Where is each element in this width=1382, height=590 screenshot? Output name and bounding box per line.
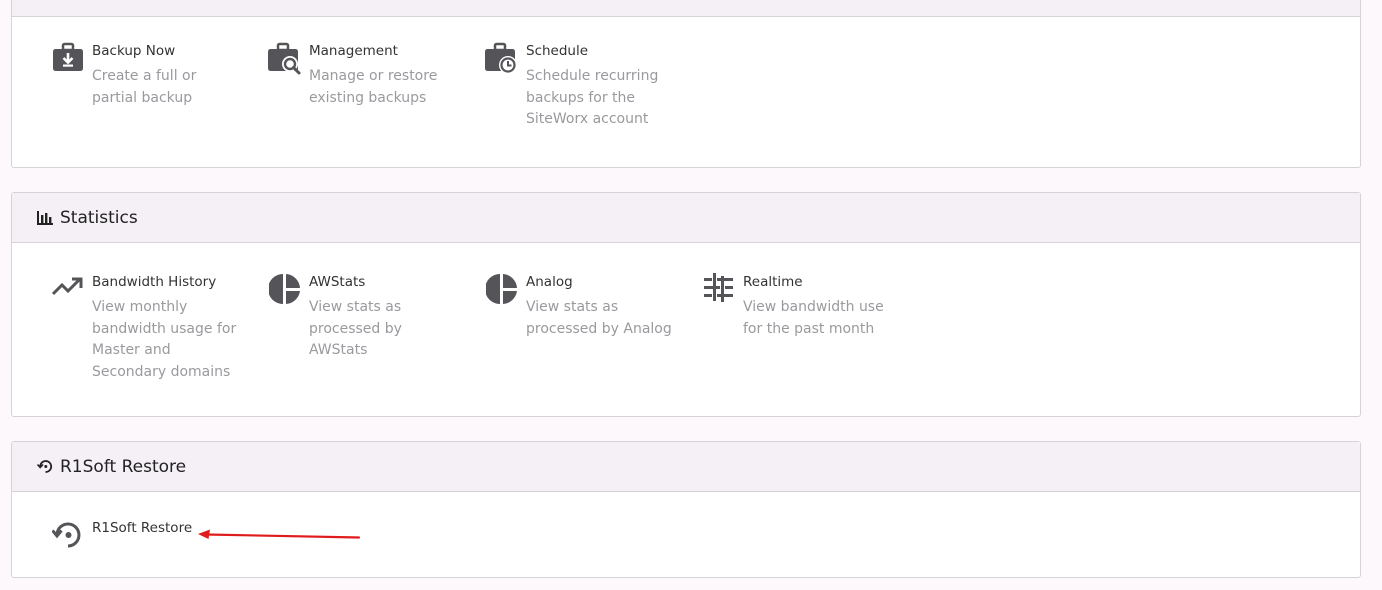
- awstats-desc: View stats as processed by AWStats: [309, 299, 402, 358]
- realtime-icon: [702, 273, 736, 307]
- pie-chart-icon: [485, 273, 519, 307]
- briefcase-clock-icon: [485, 42, 519, 76]
- bar-chart-icon: [36, 209, 54, 227]
- analog-desc: View stats as processed by Analog: [526, 299, 672, 337]
- bandwidth-history-desc: View monthly bandwidth usage for Master …: [92, 299, 237, 380]
- backup-panel-header: [12, 0, 1360, 17]
- statistics-panel-header: Statistics: [12, 193, 1360, 243]
- r1soft-panel: R1Soft Restore R1Soft Restore: [11, 441, 1361, 578]
- annotation-arrow: [198, 529, 361, 539]
- backup-now-label[interactable]: Backup Now: [92, 42, 175, 60]
- schedule-desc: Schedule recurring backups for the SiteW…: [526, 68, 659, 127]
- bandwidth-history-label[interactable]: Bandwidth History: [92, 273, 216, 291]
- history-icon: [36, 458, 54, 476]
- backup-panel: Backup Now Create a full or partial back…: [11, 0, 1361, 168]
- analog-label[interactable]: Analog: [526, 273, 573, 291]
- pie-chart-icon: [268, 273, 302, 307]
- briefcase-search-icon: [268, 42, 302, 76]
- backup-now-desc: Create a full or partial backup: [92, 68, 197, 106]
- r1soft-title: R1Soft Restore: [60, 456, 187, 477]
- briefcase-download-icon: [51, 42, 85, 76]
- awstats-label[interactable]: AWStats: [309, 273, 365, 291]
- history-icon: [51, 519, 85, 553]
- r1soft-panel-header: R1Soft Restore: [12, 442, 1360, 492]
- statistics-title: Statistics: [60, 207, 138, 228]
- schedule-label[interactable]: Schedule: [526, 42, 588, 60]
- trending-up-icon: [51, 273, 85, 307]
- r1soft-restore-label[interactable]: R1Soft Restore: [92, 519, 192, 537]
- realtime-label[interactable]: Realtime: [743, 273, 803, 291]
- management-label[interactable]: Management: [309, 42, 398, 60]
- statistics-panel: Statistics Bandwidth History View monthl…: [11, 192, 1361, 417]
- realtime-desc: View bandwidth use for the past month: [743, 299, 884, 337]
- management-desc: Manage or restore existing backups: [309, 68, 438, 106]
